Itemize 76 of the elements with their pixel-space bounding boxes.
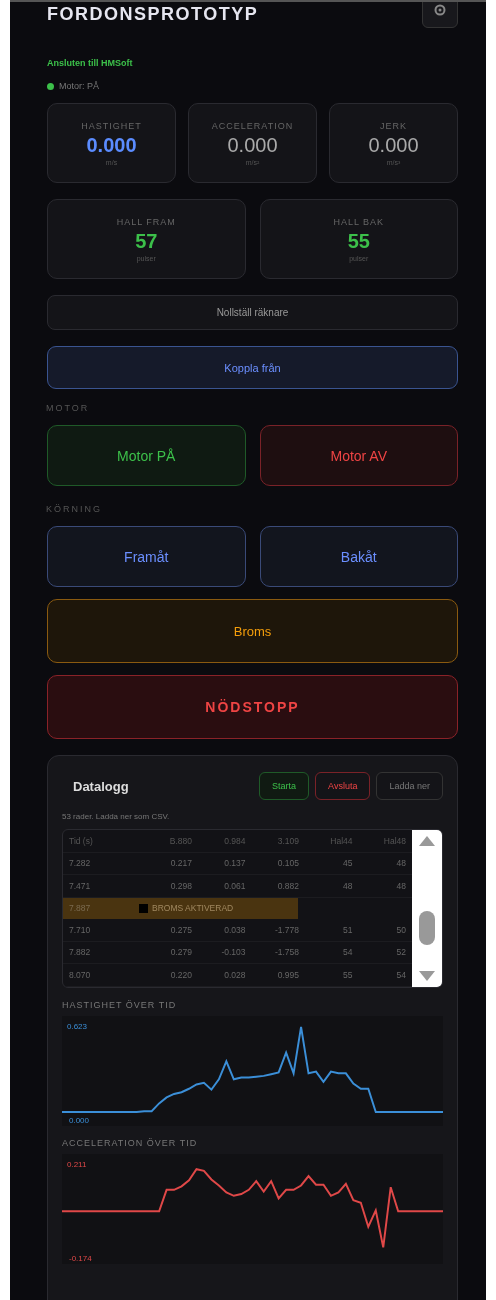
connection-status: Ansluten till HMSoft [47,58,134,68]
scroll-thumb[interactable] [419,911,435,946]
table-cell-text: 55 [342,969,353,980]
app-title: FORDONSPROTOTYP [47,4,259,25]
settings-icon [433,3,447,17]
motor-button[interactable]: Motor PÅ [47,425,246,486]
min-label: 0.000 [67,1115,92,1125]
sensor-value: 57 [135,229,158,253]
chart-title: ACCELERATION ÖVER TID [62,1137,199,1148]
column-header: Hal48 [382,835,406,846]
log-button[interactable]: Starta [259,772,310,800]
table-cell-text: -1.758 [273,947,299,958]
table-cell-text: -1.778 [273,924,299,935]
table-cell-text: 51 [342,924,353,935]
disconnect-button[interactable]: Koppla från [47,346,458,389]
stat-label: JERK [380,120,407,131]
chart-title: HASTIGHET ÖVER TID [62,999,178,1010]
stat-label: HASTIGHET [81,120,142,131]
stat-value: 0.000 [86,133,137,157]
table-cell-text: 0.275 [169,924,193,935]
table-cell-text: 7.282 [69,858,92,869]
table-cell-text: 0.028 [223,969,246,980]
drive-button[interactable]: Bakåt [259,526,458,587]
section-label: KÖRNING [46,504,103,514]
square-icon [139,903,148,913]
table-cell-text: 7.882 [69,947,92,958]
table-cell-text: 0.105 [276,858,299,869]
table-cell-text: 7.710 [69,924,92,935]
table-cell-text: -0.103 [220,947,246,958]
max-label: 0.211 [67,1159,87,1169]
sensor-label: HALL BAK [333,216,385,227]
table-cell-text: 48 [395,880,406,891]
stat-value: 0.000 [368,133,419,157]
table-cell-text: 0.137 [223,858,246,869]
table-cell-text: 52 [395,947,406,958]
event-label: BROMS AKTIVERAD [152,903,234,914]
sensor-value: 55 [347,229,370,253]
table-cell-text: 45 [342,858,353,869]
settings-button[interactable] [422,2,458,28]
stat-label: ACCELERATION [211,120,294,131]
emergency-stop-button[interactable]: NÖDSTOPP [47,675,458,739]
min-label: -0.174 [67,1253,94,1263]
scroll-up-icon[interactable] [419,836,435,846]
table-cell-text: 0.220 [169,969,193,980]
brake-button[interactable]: Broms [47,599,458,663]
drive-button[interactable]: Framåt [47,526,246,587]
table-cell-text: 48 [342,880,353,891]
table-cell-text: 0.298 [169,880,193,891]
column-header: 3.109 [276,835,299,846]
table-cell-text: 50 [395,924,406,935]
column-header: B.880 [168,835,193,846]
max-label: 0.623 [67,1021,88,1031]
table-cell-text: 7.471 [69,880,92,891]
motor-status: Motor: PÅ [59,81,99,91]
column-header: Hal44 [329,835,353,846]
table-cell-text: 54 [395,969,406,980]
reset-button[interactable]: Nollställ räknare [47,295,458,330]
table-cell-text: 54 [342,947,353,958]
log-button[interactable]: Ladda ner [376,772,443,800]
table-cell-text: 0.279 [169,947,193,958]
panel-title: Datalogg [73,778,129,794]
table-cell-text: 48 [395,858,406,869]
sensor-label: HALL FRAM [116,216,176,227]
table-cell-text: 0.038 [223,924,246,935]
table-cell-text: 8.070 [69,969,92,980]
table-cell-text: 0.995 [276,969,299,980]
section-label: MOTOR [46,403,91,413]
scrollbar[interactable] [412,830,442,987]
row-count-note: 53 rader. Ladda ner som CSV. [62,812,171,821]
log-button[interactable]: Avsluta [315,772,371,800]
table-cell-text: 0.882 [276,880,299,891]
table-cell-text: 0.217 [169,858,193,869]
stat-value: 0.000 [227,133,278,157]
table-cell-text: 0.061 [223,880,246,891]
scroll-down-icon[interactable] [419,970,435,981]
motor-button[interactable]: Motor AV [259,425,458,486]
